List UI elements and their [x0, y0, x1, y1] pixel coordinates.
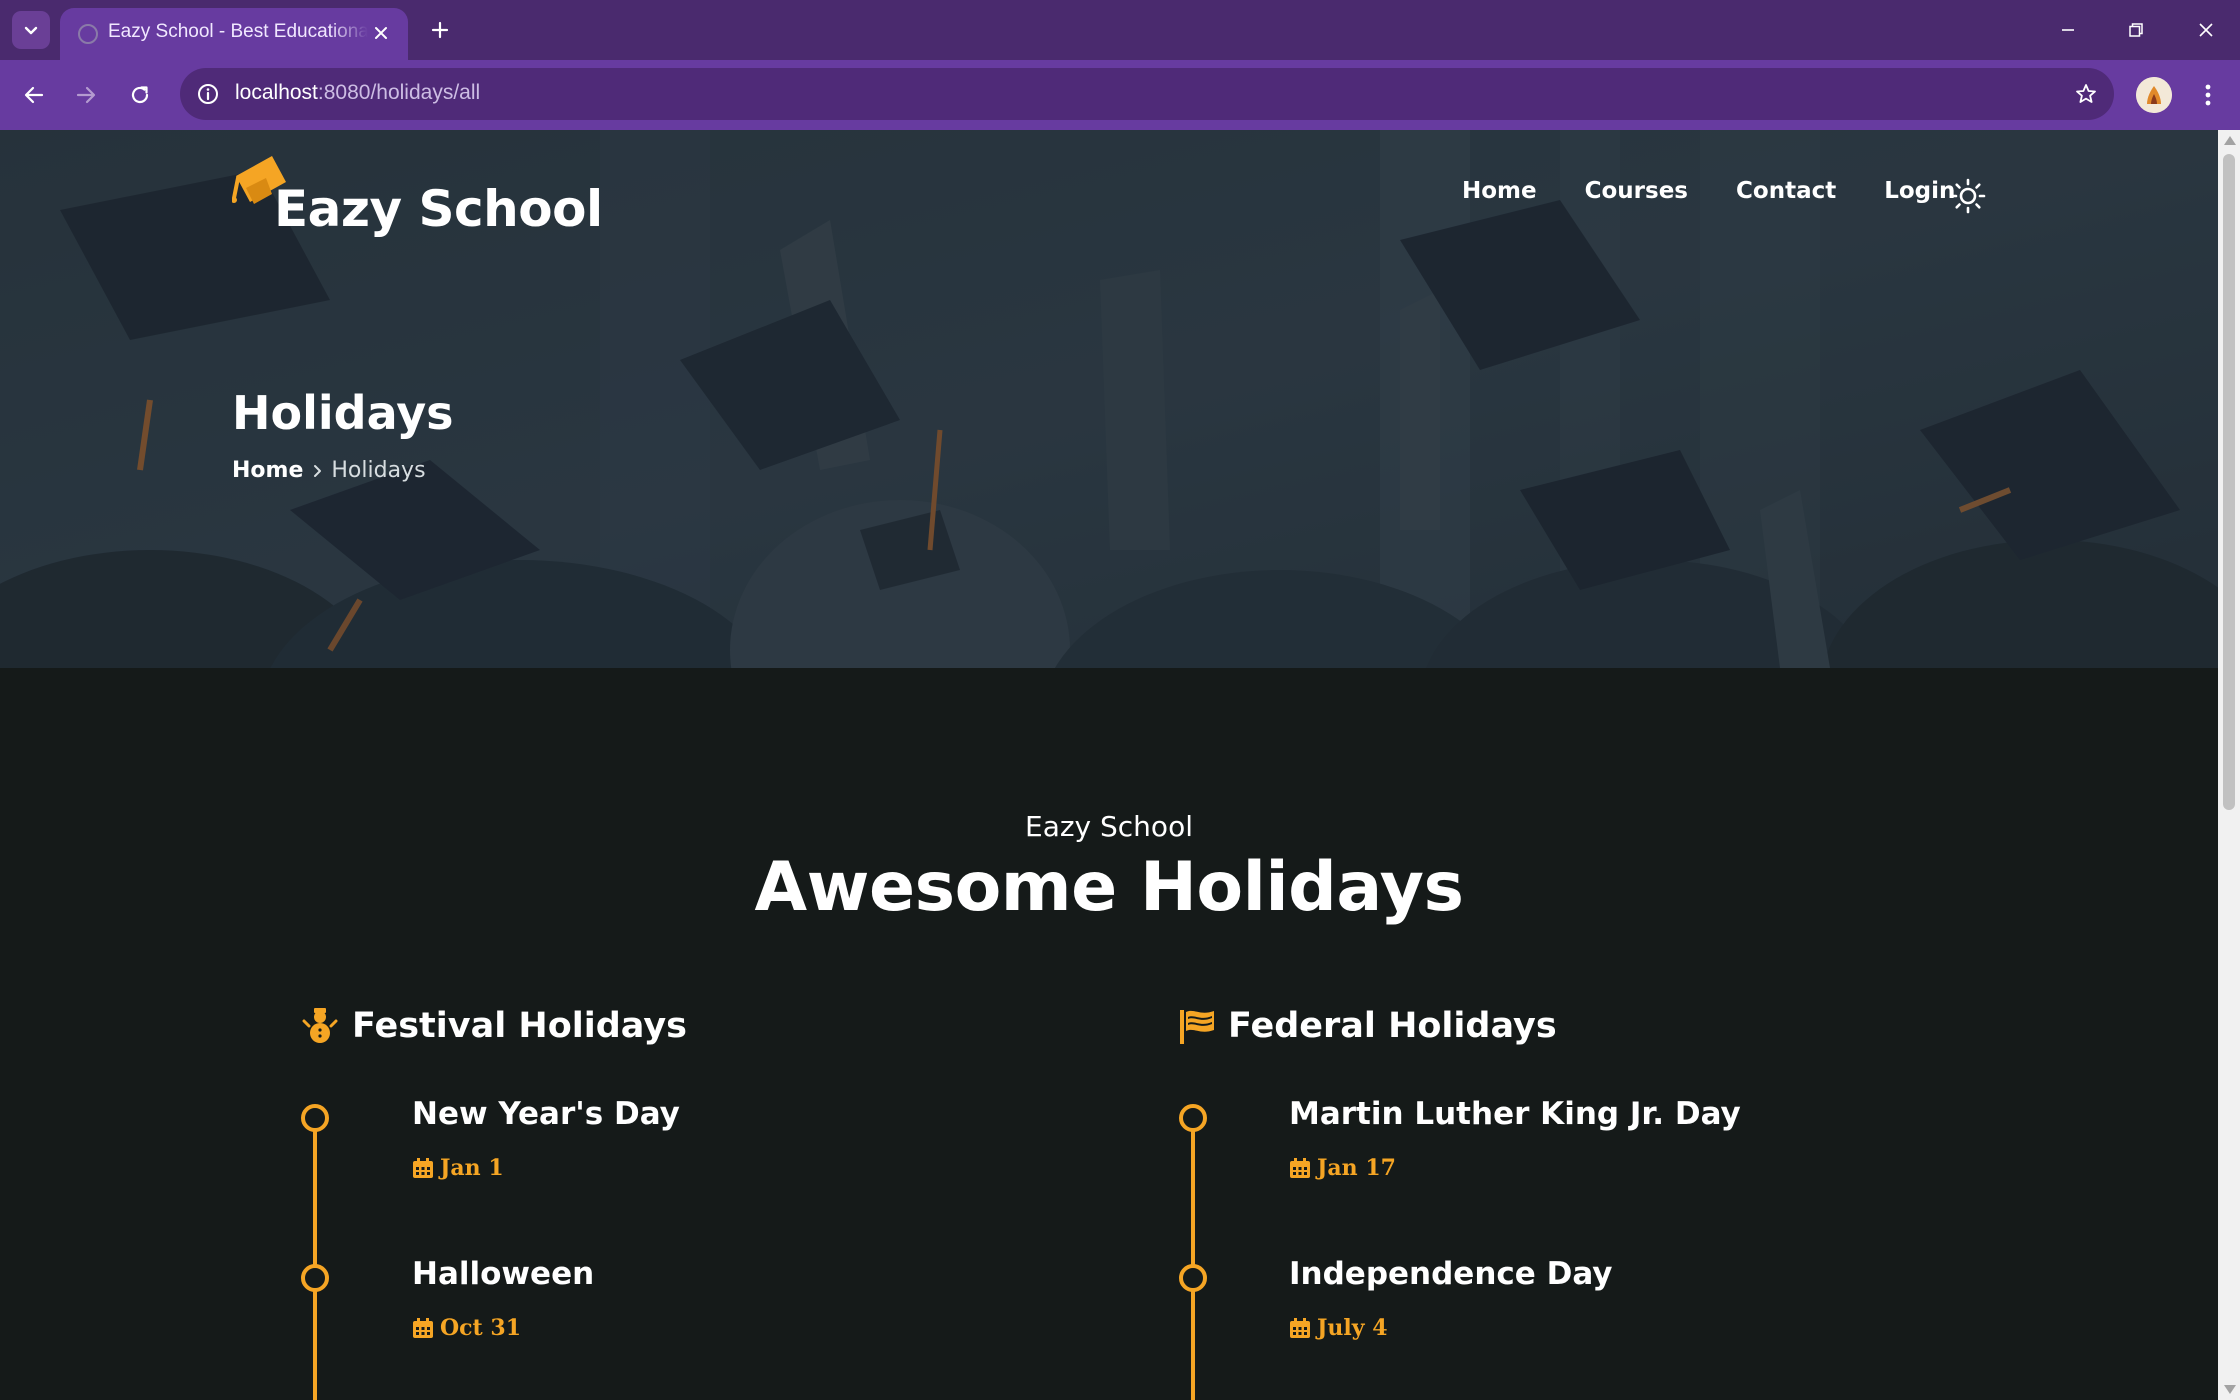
- holiday-name: Martin Luther King Jr. Day: [1289, 1096, 1741, 1132]
- timeline-dot: [301, 1104, 329, 1132]
- browser-menu-button[interactable]: [2196, 77, 2220, 113]
- site-info-button[interactable]: [194, 80, 222, 108]
- page-title: Holidays: [232, 386, 454, 440]
- restore-button[interactable]: [2114, 10, 2158, 50]
- chevron-down-icon: [24, 26, 38, 35]
- breadcrumb: Home Holidays: [232, 458, 426, 483]
- globe-icon: [78, 24, 98, 44]
- url-host: localhost: [235, 81, 318, 104]
- avatar-icon: [2136, 77, 2172, 113]
- nav-contact-link[interactable]: Contact: [1736, 178, 1836, 204]
- sun-icon[interactable]: [1950, 178, 1986, 214]
- forward-button[interactable]: [66, 75, 106, 115]
- arrow-left-icon: [24, 86, 44, 104]
- holiday-date-text: Jan 1: [440, 1155, 504, 1181]
- section-subtitle: Eazy School: [1025, 810, 1193, 843]
- logo-text: Eazy School: [274, 180, 603, 238]
- timeline-dot: [301, 1264, 329, 1292]
- nav-courses-link[interactable]: Courses: [1585, 178, 1688, 204]
- close-icon: [375, 27, 387, 39]
- address-bar[interactable]: localhost:8080/holidays/all: [180, 68, 2114, 120]
- calendar-icon: [413, 1158, 433, 1178]
- main-navigation: Home Courses Contact Login: [1462, 178, 2003, 204]
- browser-toolbar: localhost:8080/holidays/all: [0, 60, 2240, 130]
- url-text: localhost:8080/holidays/all: [235, 81, 480, 105]
- festival-timeline-line: [313, 1120, 317, 1400]
- browser-tab-bar: Eazy School - Best Educational Institute: [0, 0, 2240, 60]
- minimize-button[interactable]: [2046, 10, 2090, 50]
- page-viewport: Eazy School Home Courses Contact Login H…: [0, 130, 2218, 1400]
- plus-icon: [431, 21, 449, 39]
- holiday-name: Independence Day: [1289, 1256, 1613, 1292]
- reload-icon: [131, 86, 149, 104]
- nav-login-link[interactable]: Login: [1884, 178, 1955, 204]
- tab-title: Eazy School - Best Educational Institute: [108, 21, 368, 42]
- more-vertical-icon: [2205, 84, 2211, 106]
- festival-heading-text: Festival Holidays: [352, 1006, 687, 1046]
- minimize-icon: [2062, 29, 2074, 31]
- arrow-right-icon: [76, 86, 96, 104]
- holiday-name: Halloween: [412, 1256, 595, 1292]
- holiday-date: Jan 1: [412, 1155, 504, 1181]
- reload-button[interactable]: [120, 75, 160, 115]
- info-icon: [198, 84, 218, 104]
- calendar-icon: [1290, 1318, 1310, 1338]
- calendar-icon: [1290, 1158, 1310, 1178]
- page-scrollbar[interactable]: [2218, 130, 2240, 1400]
- back-button[interactable]: [14, 75, 54, 115]
- holiday-name: New Year's Day: [412, 1096, 680, 1132]
- profile-avatar[interactable]: [2136, 77, 2172, 113]
- section-title: Awesome Holidays: [754, 848, 1464, 927]
- bookmark-button[interactable]: [2072, 80, 2100, 108]
- holiday-date-text: Oct 31: [440, 1315, 521, 1341]
- holiday-date-text: Jan 17: [1317, 1155, 1396, 1181]
- festival-holidays-heading: Festival Holidays: [302, 1006, 687, 1046]
- nav-home-link[interactable]: Home: [1462, 178, 1537, 204]
- close-icon: [2199, 23, 2213, 37]
- restore-icon: [2129, 23, 2143, 37]
- chevron-right-icon: [303, 464, 331, 478]
- federal-holidays-heading: Federal Holidays: [1178, 1006, 1557, 1046]
- calendar-icon: [413, 1318, 433, 1338]
- close-window-button[interactable]: [2184, 10, 2228, 50]
- tab-close-button[interactable]: [368, 20, 394, 46]
- holiday-date-text: July 4: [1317, 1315, 1388, 1341]
- browser-tab-active[interactable]: Eazy School - Best Educational Institute: [60, 8, 408, 60]
- flag-icon: [1180, 1010, 1214, 1044]
- breadcrumb-current: Holidays: [331, 458, 426, 483]
- federal-heading-text: Federal Holidays: [1228, 1006, 1557, 1046]
- holiday-date: Oct 31: [412, 1315, 521, 1341]
- holiday-date: July 4: [1289, 1315, 1388, 1341]
- federal-timeline-line: [1191, 1120, 1195, 1400]
- tab-search-button[interactable]: [12, 11, 50, 49]
- new-tab-button[interactable]: [424, 14, 456, 46]
- holiday-date: Jan 17: [1289, 1155, 1396, 1181]
- snowman-icon: [302, 1008, 338, 1043]
- star-icon: [2076, 84, 2096, 103]
- url-path: :8080/holidays/all: [317, 81, 481, 104]
- scroll-down-arrow-icon[interactable]: [2224, 1385, 2236, 1394]
- timeline-dot: [1179, 1104, 1207, 1132]
- breadcrumb-home-link[interactable]: Home: [232, 458, 303, 483]
- scrollbar-thumb[interactable]: [2223, 154, 2235, 810]
- scroll-up-arrow-icon[interactable]: [2224, 136, 2236, 145]
- timeline-dot: [1179, 1264, 1207, 1292]
- hero-banner: Eazy School Home Courses Contact Login H…: [0, 130, 2218, 668]
